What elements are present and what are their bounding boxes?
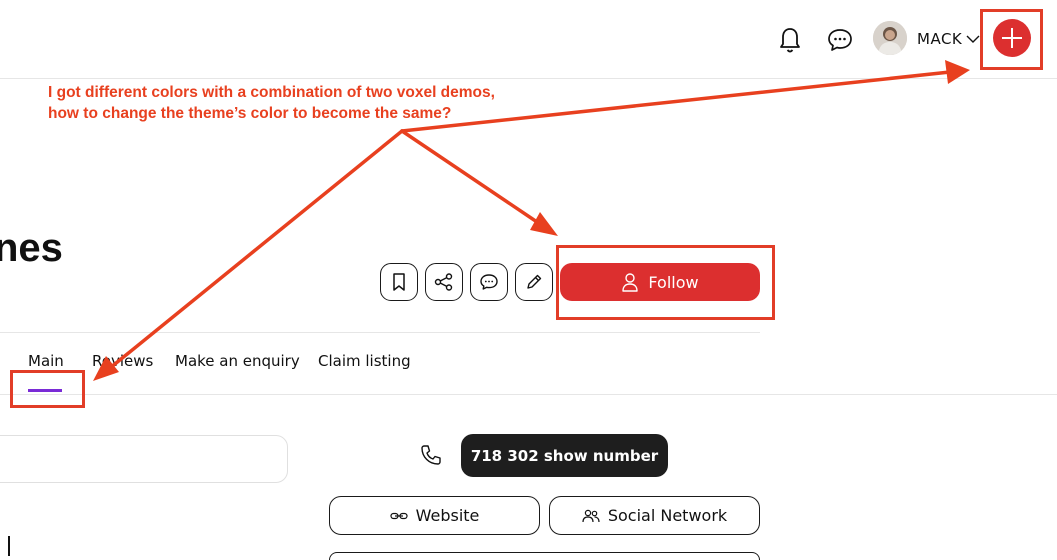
search-input[interactable] [0,435,288,483]
link-icon [390,512,408,519]
tabs-top-divider [0,332,760,333]
user-avatar[interactable] [873,21,907,55]
phone-icon [418,441,444,469]
social-network-label: Social Network [607,506,728,525]
annotation-box-follow-button [556,245,775,320]
website-label: Website [415,506,480,525]
annotation-box-tab-indicator [10,370,85,408]
annotation-text: I got different colors with a combinatio… [48,82,495,124]
tab-claim-listing[interactable]: Claim listing [318,352,411,370]
annotation-box-plus-button [980,9,1043,70]
share-icon [434,273,453,291]
messages-chat-icon[interactable] [825,26,855,54]
bookmark-icon [393,273,405,291]
annotation-line-1: I got different colors with a combinatio… [48,84,495,101]
edit-button[interactable] [515,263,553,301]
partial-vertical-element [0,536,10,556]
bookmark-button[interactable] [380,263,418,301]
chat-icon [480,274,498,290]
notifications-bell-icon[interactable] [776,24,804,56]
message-button[interactable] [470,263,508,301]
show-phone-number-button[interactable]: 718 302 show number [461,434,668,477]
tab-make-an-enquiry[interactable]: Make an enquiry [175,352,300,370]
share-button[interactable] [425,263,463,301]
partial-next-button [329,552,760,560]
username-label[interactable]: MACK [917,30,962,48]
users-icon [582,509,600,522]
tab-main[interactable]: Main [28,352,64,370]
header-divider [0,78,1057,79]
pencil-icon [527,274,542,289]
tabs-bottom-divider [0,394,1057,395]
page-title: nes [0,226,63,270]
website-button[interactable]: Website [329,496,540,535]
tab-reviews[interactable]: Reviews [92,352,153,370]
annotation-line-2: how to change the theme’s color to becom… [48,105,452,122]
social-network-button[interactable]: Social Network [549,496,760,535]
